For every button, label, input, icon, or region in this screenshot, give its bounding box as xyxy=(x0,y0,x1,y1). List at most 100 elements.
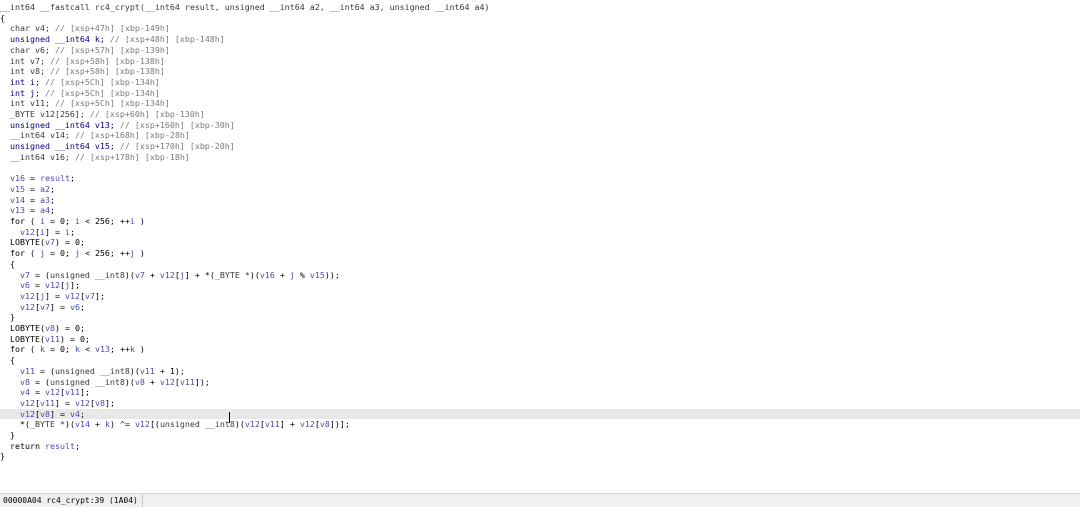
code-token: // [xsp+5Ch] [xbp-134h] xyxy=(44,76,160,87)
code-token: )); xyxy=(324,269,340,280)
code-line[interactable]: v12[j] = v12[v7]; xyxy=(0,291,1080,302)
code-token: = xyxy=(24,194,40,205)
code-token: v4 xyxy=(0,387,30,398)
code-token: )( xyxy=(124,269,135,280)
code-token: v8 xyxy=(134,376,145,387)
code-line[interactable]: v16 = result; xyxy=(0,173,1080,184)
code-line[interactable]: v12[i] = i; xyxy=(0,227,1080,238)
code-token: + xyxy=(144,269,160,280)
code-line[interactable]: } xyxy=(0,430,1080,441)
code-token: v11 xyxy=(39,397,55,408)
code-token: v12 xyxy=(44,387,60,398)
code-token: v8 xyxy=(0,376,30,387)
code-token: )( xyxy=(124,376,135,387)
code-token: v11 xyxy=(44,333,60,344)
code-token: )( xyxy=(234,419,245,430)
code-token: ]; xyxy=(69,280,80,291)
code-line[interactable]: v13 = a4; xyxy=(0,205,1080,216)
code-token: int i; xyxy=(0,76,45,87)
code-line[interactable]: { xyxy=(0,355,1080,366)
code-line[interactable]: char v4; // [xsp+47h] [xbp-149h] xyxy=(0,23,1080,34)
code-line[interactable]: { xyxy=(0,259,1080,270)
code-token: result xyxy=(44,440,75,451)
code-token: v7 xyxy=(44,237,55,248)
code-line[interactable]: int v11; // [xsp+5Ch] [xbp-134h] xyxy=(0,98,1080,109)
code-line[interactable]: v7 = (unsigned __int8)(v7 + v12[j] + *(_… xyxy=(0,270,1080,281)
code-line[interactable]: v11 = (unsigned __int8)(v11 + 1); xyxy=(0,366,1080,377)
code-token: v8 xyxy=(319,419,330,430)
code-line[interactable]: return result; xyxy=(0,441,1080,452)
code-token: ]; xyxy=(79,387,90,398)
code-line[interactable]: v12[v8] = v4; xyxy=(0,408,1080,420)
code-token: v13 xyxy=(0,205,25,216)
code-token: __int64 v14; xyxy=(0,130,75,141)
code-token: LOBYTE( xyxy=(0,323,45,333)
code-line[interactable]: char v6; // [xsp+57h] [xbp-139h] xyxy=(0,45,1080,56)
code-token: = xyxy=(24,205,40,216)
code-token: ] = xyxy=(49,408,70,419)
code-line[interactable]: { xyxy=(0,13,1080,24)
code-line[interactable]: } xyxy=(0,312,1080,323)
code-token: ) xyxy=(134,344,145,355)
code-token: char v6; xyxy=(0,44,55,55)
code-line[interactable]: LOBYTE(v7) = 0; xyxy=(0,237,1080,248)
code-token: ) = 0; xyxy=(54,237,85,248)
code-token: = ( xyxy=(34,365,55,376)
code-line[interactable]: v12[v7] = v6; xyxy=(0,302,1080,313)
code-token: for ( xyxy=(0,344,40,355)
code-token: a3 xyxy=(39,194,50,205)
code-token: v6 xyxy=(0,280,30,291)
code-line[interactable]: __int64 v14; // [xsp+168h] [xbp-28h] xyxy=(0,130,1080,141)
code-line[interactable]: _BYTE v12[256]; // [xsp+60h] [xbp-130h] xyxy=(0,109,1080,120)
code-line[interactable]: v4 = v12[v11]; xyxy=(0,387,1080,398)
pseudocode-view[interactable]: __int64 __fastcall rc4_crypt(__int64 res… xyxy=(0,0,1080,493)
code-line[interactable]: int v7; // [xsp+58h] [xbp-138h] xyxy=(0,56,1080,67)
code-line[interactable]: __int64 __fastcall rc4_crypt(__int64 res… xyxy=(0,2,1080,13)
code-token: v16 xyxy=(259,269,275,280)
code-token: < 256; ++ xyxy=(79,248,130,259)
code-line[interactable] xyxy=(0,163,1080,174)
code-token: unsigned __int64 k; xyxy=(0,34,110,45)
code-line[interactable]: __int64 v16; // [xsp+178h] [xbp-18h] xyxy=(0,152,1080,163)
code-line[interactable]: unsigned __int64 v13; // [xsp+160h] [xbp… xyxy=(0,120,1080,131)
code-token: v7 xyxy=(39,301,50,312)
code-line[interactable]: unsigned __int64 k; // [xsp+48h] [xbp-14… xyxy=(0,34,1080,45)
code-line[interactable]: LOBYTE(v11) = 0; xyxy=(0,334,1080,345)
code-line[interactable]: v6 = v12[j]; xyxy=(0,280,1080,291)
code-line[interactable]: LOBYTE(v8) = 0; xyxy=(0,323,1080,334)
code-token: ] = xyxy=(44,290,65,301)
code-token: )( xyxy=(129,365,140,376)
code-line[interactable]: v12[v11] = v12[v8]; xyxy=(0,398,1080,409)
code-line[interactable]: v15 = a2; xyxy=(0,184,1080,195)
code-token: v12 xyxy=(0,397,35,408)
code-line[interactable]: for ( j = 0; j < 256; ++j ) xyxy=(0,248,1080,259)
code-token: ; xyxy=(49,205,55,216)
code-line[interactable]: for ( k = 0; k < v13; ++k ) xyxy=(0,344,1080,355)
code-line[interactable]: } xyxy=(0,451,1080,462)
code-line[interactable]: v14 = a3; xyxy=(0,195,1080,206)
code-token: v12 xyxy=(299,419,315,430)
code-line[interactable]: unsigned __int64 v15; // [xsp+170h] [xbp… xyxy=(0,141,1080,152)
code-token: unsigned __int64 v15; xyxy=(0,141,120,152)
code-token: // [xsp+57h] [xbp-139h] xyxy=(54,44,170,55)
code-line[interactable]: int j; // [xsp+5Ch] [xbp-134h] xyxy=(0,88,1080,99)
code-token: ) ^= xyxy=(109,419,135,430)
code-token: __int64 v16; xyxy=(0,151,75,162)
code-token: % xyxy=(294,269,310,280)
code-token: // [xsp+160h] [xbp-30h] xyxy=(119,119,235,130)
code-token: _BYTE * xyxy=(29,419,65,430)
code-line[interactable]: v8 = (unsigned __int8)(v8 + v12[v11]); xyxy=(0,377,1080,388)
code-line[interactable]: *(_BYTE *)(v14 + k) ^= v12[(unsigned __i… xyxy=(0,419,1080,430)
code-line[interactable]: int v8; // [xsp+58h] [xbp-138h] xyxy=(0,66,1080,77)
code-token: unsigned __int64 v13; xyxy=(0,119,120,130)
code-token: = 0; xyxy=(44,344,75,355)
code-token: LOBYTE( xyxy=(0,237,45,248)
code-token: a2 xyxy=(39,183,50,194)
code-token: } xyxy=(0,451,5,462)
code-token: { xyxy=(0,12,5,23)
code-line[interactable]: int i; // [xsp+5Ch] [xbp-134h] xyxy=(0,77,1080,88)
code-line[interactable]: for ( i = 0; i < 256; ++i ) xyxy=(0,216,1080,227)
code-token: + xyxy=(144,376,160,387)
code-token: ; xyxy=(74,440,80,451)
code-token: v12 xyxy=(244,419,260,430)
